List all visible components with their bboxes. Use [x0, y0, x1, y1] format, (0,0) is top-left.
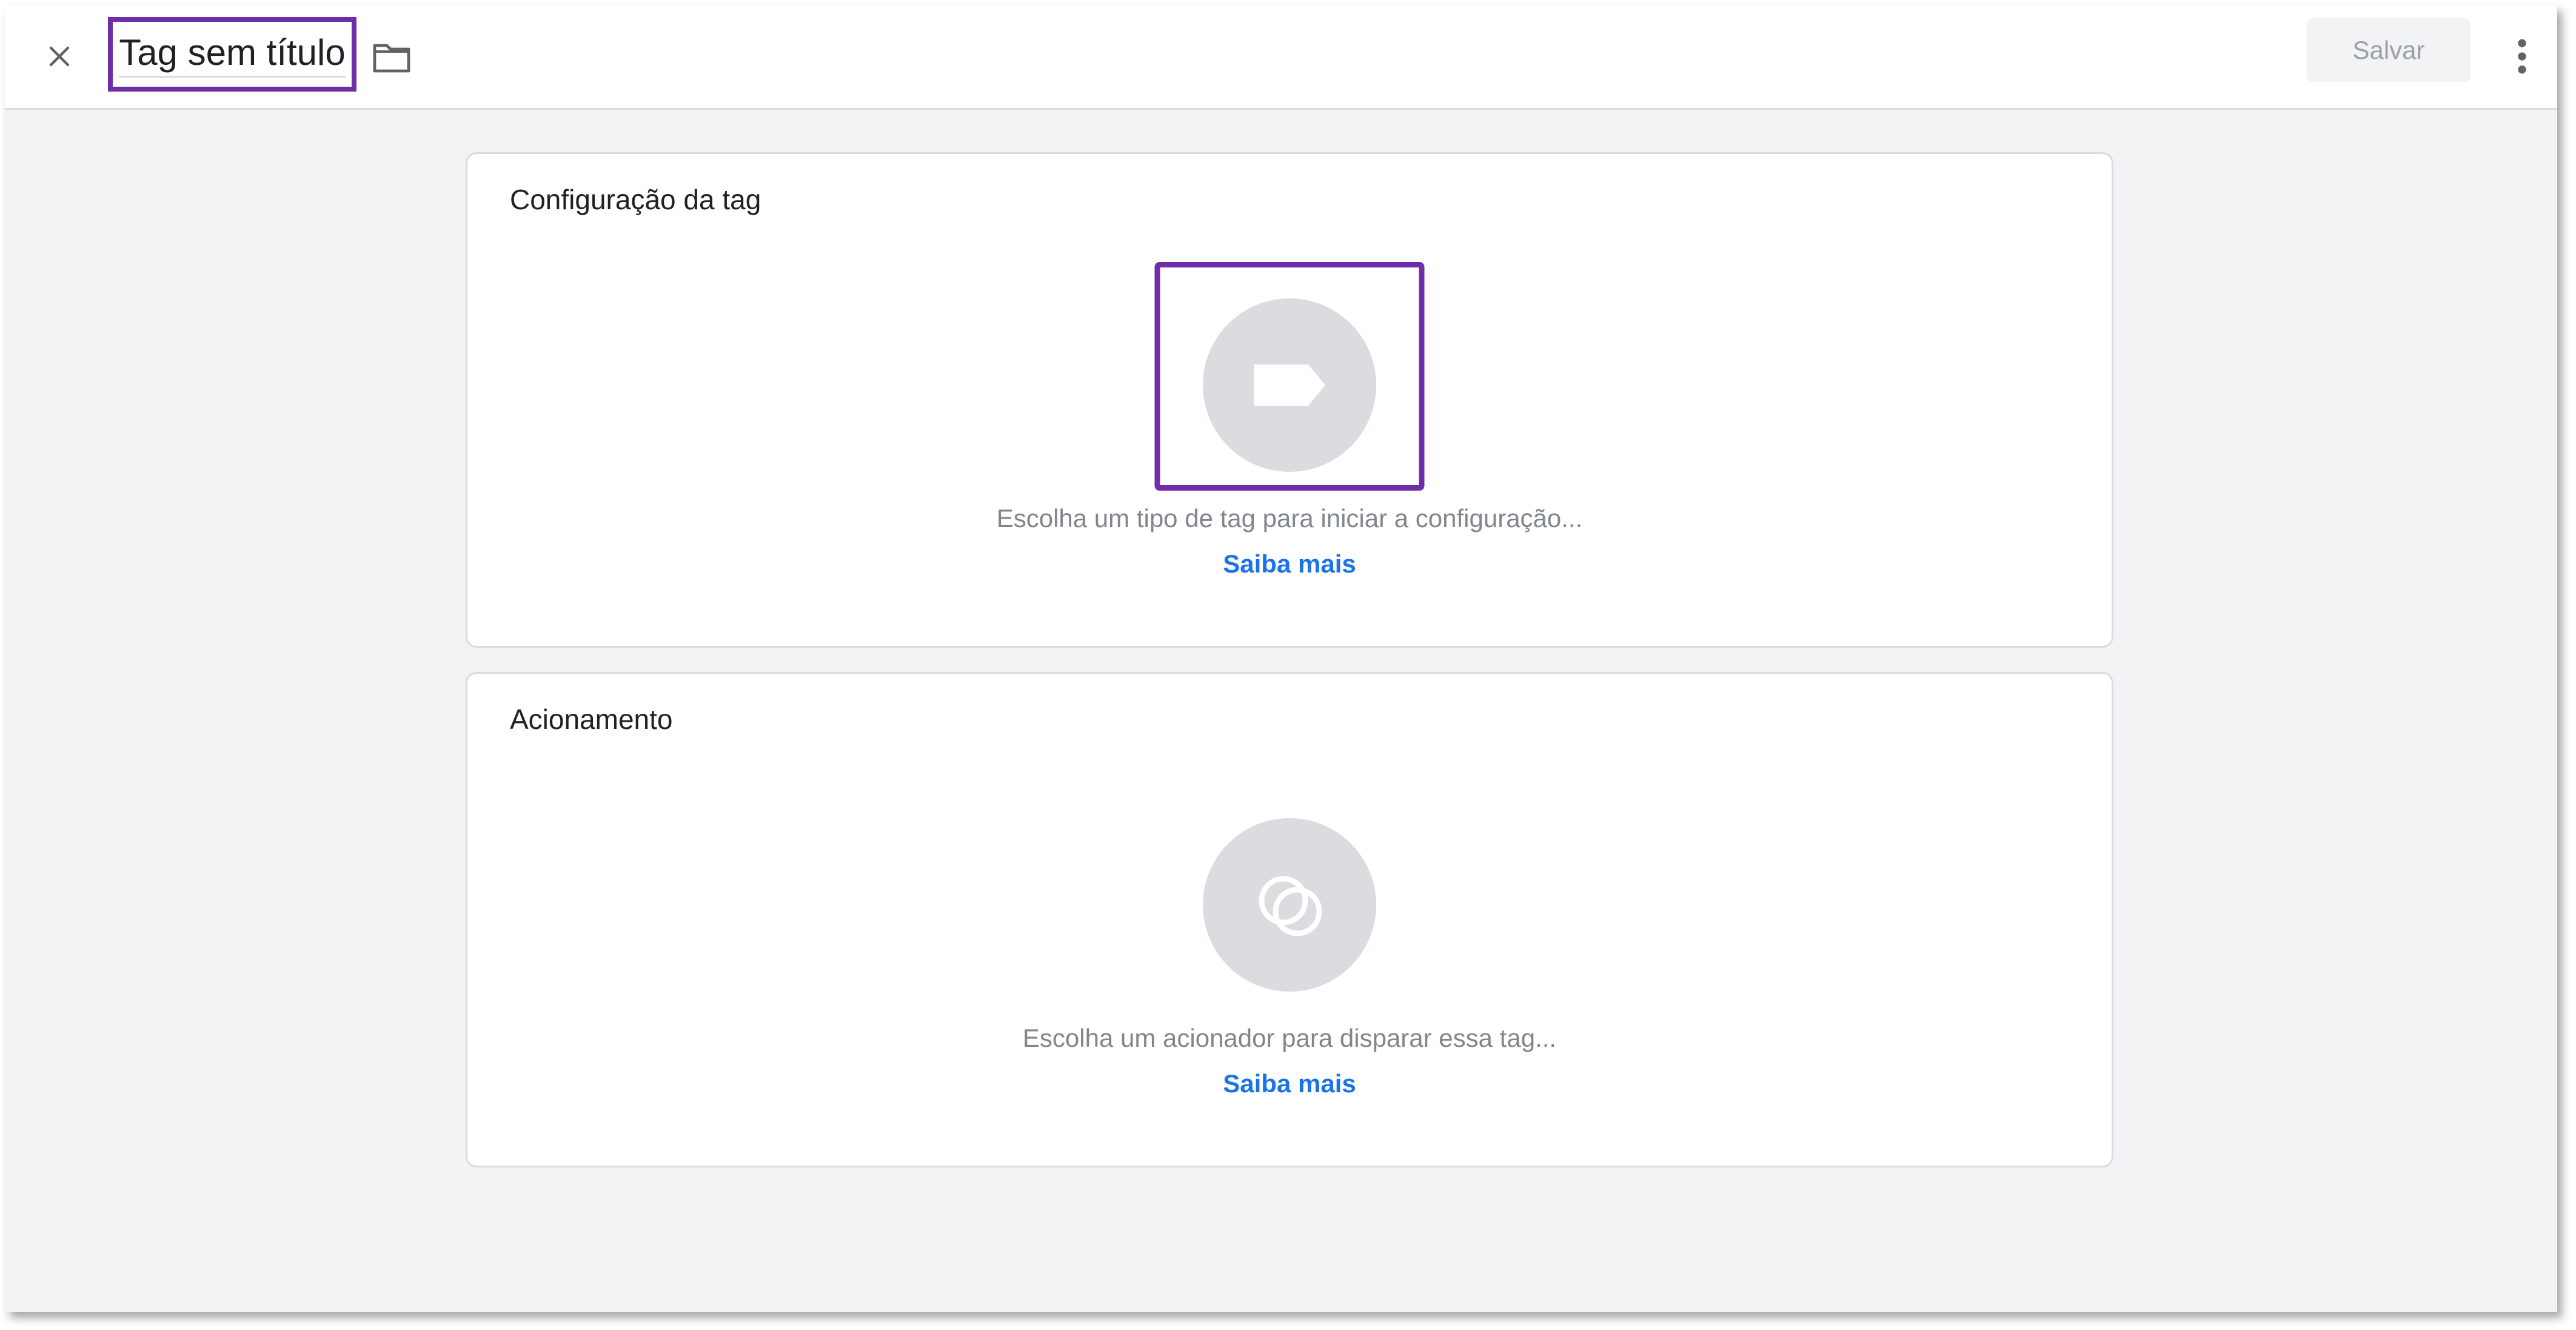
top-bar: Tag sem título Salvar: [5, 5, 2557, 110]
trigger-learn-more-link[interactable]: Saiba mais: [1223, 1069, 1356, 1098]
more-vert-icon: [2518, 39, 2526, 74]
trigger-icon: [1259, 876, 1322, 936]
tag-configuration-card[interactable]: Configuração da tag Escolha um tipo de t…: [466, 152, 2113, 648]
card-title-triggering: Acionamento: [510, 704, 673, 735]
tag-title-input[interactable]: Tag sem título: [119, 32, 346, 78]
tag-config-hint: Escolha um tipo de tag para iniciar a co…: [996, 504, 1583, 532]
save-button[interactable]: Salvar: [2307, 18, 2471, 82]
close-icon: [49, 46, 70, 67]
tag-config-learn-more-link[interactable]: Saiba mais: [1223, 549, 1356, 578]
folder-icon: [373, 44, 410, 73]
tag-title-highlight[interactable]: Tag sem título: [108, 17, 356, 92]
tag-editor-window: Tag sem título Salvar Configuração da ta…: [5, 5, 2557, 1312]
close-button[interactable]: [38, 35, 81, 78]
folder-button[interactable]: [367, 36, 416, 79]
trigger-selector[interactable]: [1203, 818, 1376, 992]
card-title-tag-configuration: Configuração da tag: [510, 184, 761, 215]
triggering-card[interactable]: Acionamento Escolha um acionador para di…: [466, 672, 2113, 1167]
trigger-hint: Escolha um acionador para disparar essa …: [1022, 1024, 1557, 1052]
more-options-button[interactable]: [2504, 29, 2540, 84]
tag-type-highlight[interactable]: [1154, 262, 1425, 491]
